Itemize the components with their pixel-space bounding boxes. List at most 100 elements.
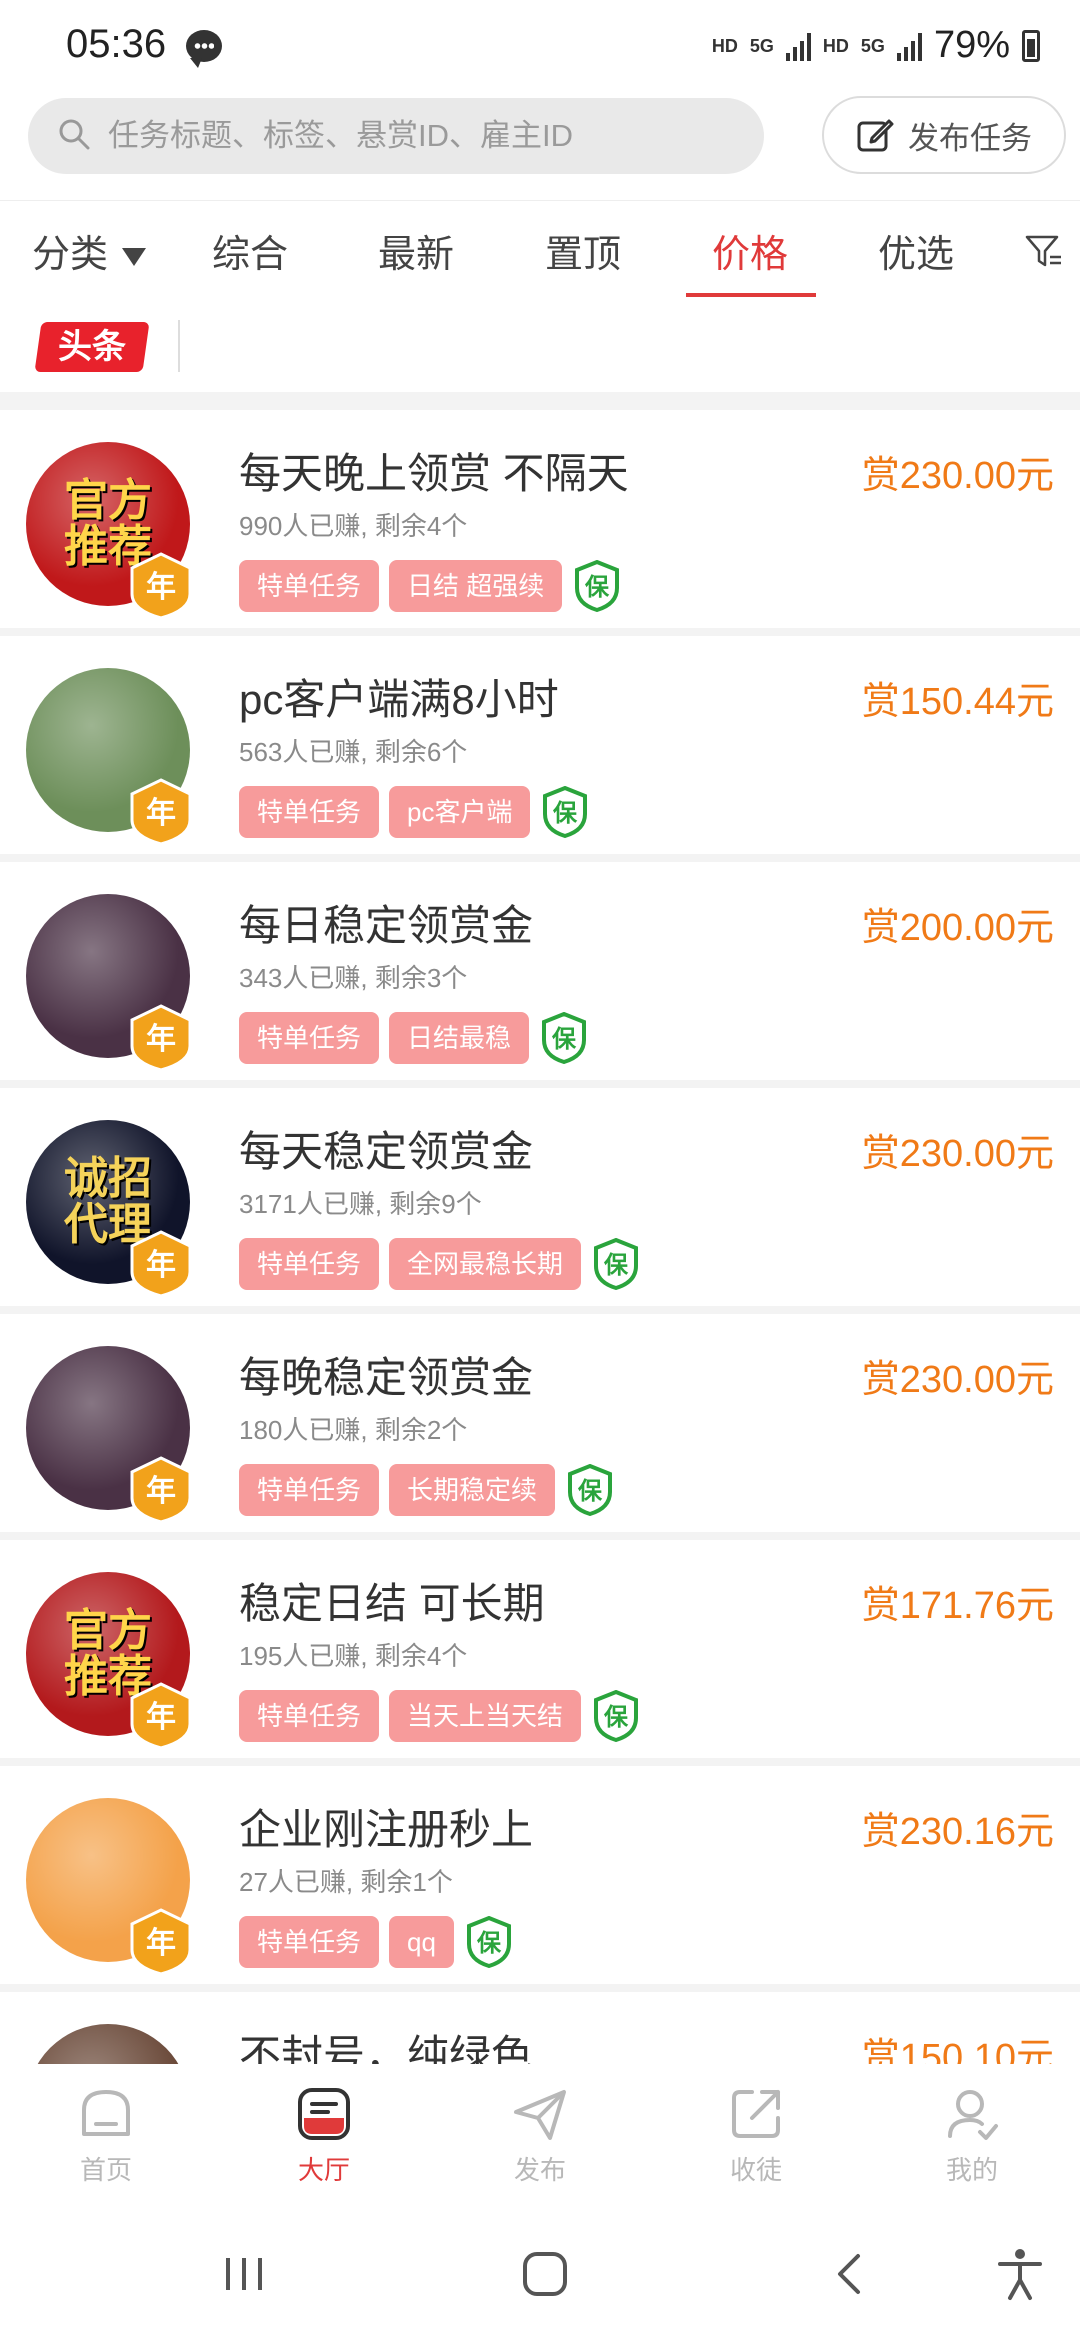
task-list-item[interactable]: 年 每日稳定领赏金 赏200.00元 343人已赚, 剩余3个 特单任务 日结最稳保 [0, 862, 1080, 1080]
message-icon [186, 30, 222, 68]
publish-task-button[interactable]: 发布任务 [822, 96, 1066, 174]
recent-apps-icon[interactable] [214, 2244, 274, 2304]
tab-category[interactable]: 分类 [32, 223, 147, 278]
filter-icon[interactable] [1024, 231, 1064, 271]
task-title: 每晚稳定领赏金 [239, 1354, 534, 1401]
battery-percent: 79% [933, 24, 1010, 66]
task-stats: 195人已赚, 剩余4个 [239, 1641, 468, 1671]
signal-icon-2 [896, 31, 922, 61]
task-reward: 赏230.16元 [861, 1811, 1054, 1853]
task-tags: 特单任务 qq 保 [239, 1916, 512, 1968]
year-badge-icon: 年 [130, 1004, 192, 1072]
task-list-item[interactable]: 年 pc客户端满8小时 赏150.44元 563人已赚, 剩余6个 特单任务 pc客户端保 [0, 636, 1080, 854]
task-tags: 特单任务 pc客户端保 [239, 786, 588, 838]
nav-home-label: 首页 [79, 2155, 132, 2185]
nav-hall[interactable]: 大厅 [264, 2084, 384, 2187]
task-tag: qq [389, 1916, 454, 1968]
task-list-item[interactable]: 诚招 代理年每天稳定领赏金 赏230.00元 3171人已赚, 剩余9个 特单任务 全网最… [0, 1088, 1080, 1306]
svg-text:年: 年 [146, 570, 176, 605]
task-tag: 特单任务 [239, 1238, 380, 1290]
year-badge-icon: 年 [130, 552, 192, 620]
svg-text:年: 年 [146, 1700, 176, 1735]
tab-comprehensive[interactable]: 综合 [212, 223, 288, 278]
svg-text:年: 年 [146, 796, 176, 831]
task-tag: 特单任务 [239, 560, 380, 612]
task-tag: 当天上当天结 [389, 1690, 582, 1742]
back-icon[interactable] [820, 2244, 880, 2304]
search-bar[interactable] [28, 98, 764, 174]
tab-pinned[interactable]: 置顶 [545, 223, 621, 278]
task-list-item[interactable]: 官方 推荐年每天晚上领赏 不隔天 赏230.00元 990人已赚, 剩余4个 特单任务日… [0, 410, 1080, 628]
network-hd-label: HD [711, 35, 738, 56]
task-tags: 特单任务 全网最稳长期保 [239, 1238, 639, 1290]
task-reward: 赏230.00元 [861, 1359, 1054, 1401]
nav-hall-label: 大厅 [297, 2155, 350, 2185]
headline-bar: 头条 [0, 300, 1080, 392]
guarantee-shield-icon: 保 [466, 1916, 511, 1968]
task-tags: 特单任务 日结最稳保 [239, 1012, 587, 1064]
headline-badge: 头条 [34, 322, 150, 372]
svg-text:保: 保 [551, 1025, 577, 1053]
task-tag: 长期稳定续 [389, 1464, 556, 1516]
avatar-logo-line: 诚招 [64, 1153, 152, 1203]
share-icon [732, 2090, 780, 2138]
divider [178, 320, 180, 372]
task-title: 企业刚注册秒上 [239, 1806, 534, 1853]
task-title: 每天晚上领赏 不隔天 [239, 450, 629, 497]
svg-text:保: 保 [552, 799, 578, 827]
nav-profile[interactable]: 我的 [912, 2084, 1032, 2187]
edit-icon [857, 119, 894, 152]
task-stats: 3171人已赚, 剩余9个 [239, 1189, 482, 1219]
nav-recruit[interactable]: 收徒 [696, 2084, 816, 2187]
publish-task-label: 发布任务 [908, 120, 1032, 156]
user-icon [948, 2090, 998, 2140]
active-tab-indicator [686, 293, 816, 297]
nav-recruit-label: 收徒 [729, 2155, 782, 2185]
task-tag: 特单任务 [239, 1690, 380, 1742]
bottom-nav: 首页 大厅 发布 收徒 我的 [0, 2064, 1080, 2204]
guarantee-shield-icon: 保 [568, 1464, 613, 1516]
task-reward: 赏230.00元 [861, 1133, 1054, 1175]
svg-text:保: 保 [577, 1477, 603, 1505]
year-badge-icon: 年 [130, 778, 192, 846]
task-stats: 27人已赚, 剩余1个 [239, 1867, 453, 1897]
nav-publish[interactable]: 发布 [480, 2084, 600, 2187]
guarantee-shield-icon: 保 [542, 1012, 587, 1064]
task-list-item[interactable]: 官方 推荐年稳定日结 可长期 赏171.76元 195人已赚, 剩余4个 特单任务 当天上… [0, 1540, 1080, 1758]
task-tag: 日结 超强续 [389, 560, 563, 612]
tab-featured[interactable]: 优选 [878, 223, 954, 278]
svg-text:年: 年 [146, 1926, 176, 1961]
nav-home[interactable]: 首页 [46, 2084, 166, 2187]
year-badge-icon: 年 [130, 1456, 192, 1524]
status-time: 05:36 [66, 22, 167, 66]
task-tag: 全网最稳长期 [389, 1238, 582, 1290]
task-tags: 特单任务 日结 超强续保 [239, 560, 620, 612]
home-icon [82, 2090, 130, 2136]
task-tags: 特单任务 长期稳定续保 [239, 1464, 613, 1516]
search-input[interactable] [108, 98, 748, 174]
system-nav-bar [0, 2204, 1080, 2340]
task-stats: 343人已赚, 剩余3个 [239, 963, 468, 993]
tab-latest[interactable]: 最新 [378, 223, 454, 278]
task-title: 每天稳定领赏金 [239, 1128, 534, 1175]
task-reward: 赏171.76元 [861, 1585, 1054, 1627]
guarantee-shield-icon: 保 [594, 1690, 639, 1742]
tab-price[interactable]: 价格 [712, 223, 788, 278]
task-tag: pc客户端 [389, 786, 531, 838]
accessibility-icon[interactable] [990, 2244, 1050, 2304]
task-title: 稳定日结 可长期 [239, 1580, 545, 1627]
home-button-icon[interactable] [515, 2244, 575, 2304]
status-bar: 05:36 HD 5G HD 5G 79% [0, 0, 1080, 90]
nav-profile-label: 我的 [945, 2155, 998, 2185]
task-list-item[interactable]: 年 每晚稳定领赏金 赏230.00元 180人已赚, 剩余2个 特单任务 长期稳定续保 [0, 1314, 1080, 1532]
send-icon [514, 2090, 566, 2140]
task-stats: 563人已赚, 剩余6个 [239, 737, 468, 767]
task-tag: 特单任务 [239, 1012, 380, 1064]
year-badge-icon: 年 [130, 1230, 192, 1298]
network-5g-label-2: 5G [860, 35, 885, 56]
task-list-item[interactable]: 年 企业刚注册秒上 赏230.16元 27人已赚, 剩余1个特单任务 qq 保 [0, 1766, 1080, 1984]
guarantee-shield-icon: 保 [543, 786, 588, 838]
svg-text:保: 保 [584, 573, 610, 601]
battery-icon [1022, 29, 1040, 62]
status-indicators: HD 5G HD 5G 79% [712, 24, 1040, 67]
